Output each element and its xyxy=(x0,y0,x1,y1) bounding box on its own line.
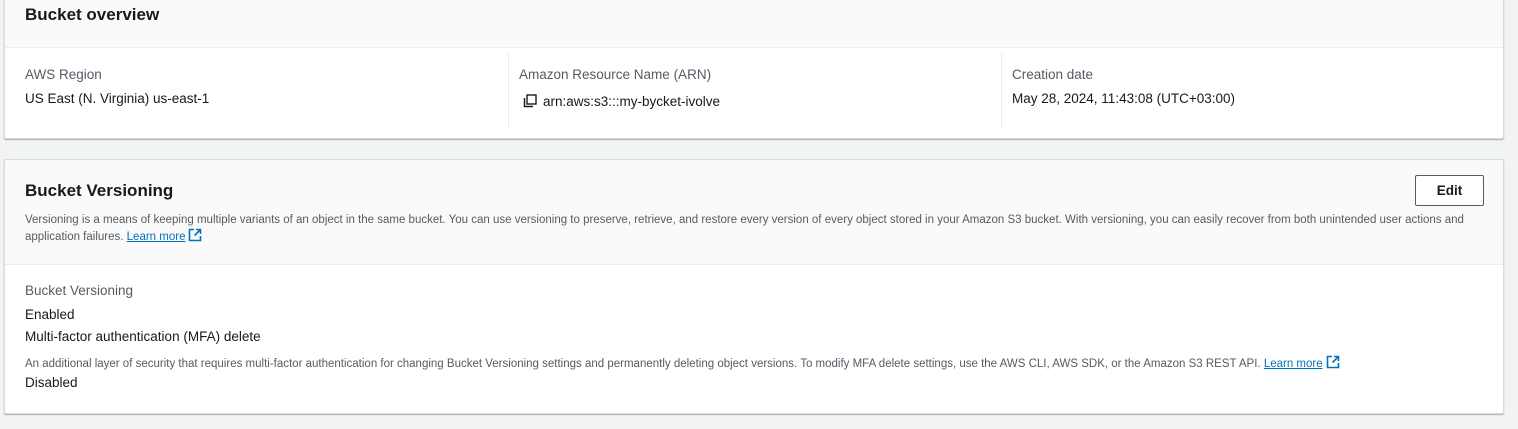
bucket-overview-header: Bucket overview xyxy=(5,0,1503,48)
versioning-description: Versioning is a means of keeping multipl… xyxy=(25,212,1475,247)
bucket-versioning-title: Bucket Versioning xyxy=(25,181,174,200)
mfa-delete-value: Disabled xyxy=(25,375,78,390)
aws-region-label: AWS Region xyxy=(25,67,102,82)
copy-icon[interactable] xyxy=(523,94,537,111)
mfa-description-text: An additional layer of security that req… xyxy=(25,358,1261,370)
creation-date-column: Creation date May 28, 2024, 11:43:08 (UT… xyxy=(1001,53,1503,129)
bucket-versioning-header: Bucket Versioning Edit Versioning is a m… xyxy=(5,160,1503,265)
arn-value: arn:aws:s3:::my-bycket-ivolve xyxy=(543,94,721,109)
creation-date-value: May 28, 2024, 11:43:08 (UTC+03:00) xyxy=(1012,91,1236,106)
external-link-icon[interactable] xyxy=(1326,355,1340,372)
bucket-overview-panel: Bucket overview AWS Region US East (N. V… xyxy=(4,0,1504,139)
versioning-status-label: Bucket Versioning xyxy=(25,283,134,298)
mfa-delete-label: Multi-factor authentication (MFA) delete xyxy=(25,329,261,344)
arn-column: Amazon Resource Name (ARN) arn:aws:s3:::… xyxy=(508,53,1001,129)
mfa-learn-more-link[interactable]: Learn more xyxy=(1264,358,1323,370)
versioning-status-value: Enabled xyxy=(25,307,75,322)
arn-value-row: arn:aws:s3:::my-bycket-ivolve xyxy=(523,94,720,111)
learn-more-link[interactable]: Learn more xyxy=(127,231,186,243)
external-link-icon[interactable] xyxy=(188,228,202,247)
versioning-description-text: Versioning is a means of keeping multipl… xyxy=(25,214,1464,243)
bucket-versioning-panel: Bucket Versioning Edit Versioning is a m… xyxy=(4,159,1504,414)
bucket-overview-title: Bucket overview xyxy=(25,5,160,24)
arn-label: Amazon Resource Name (ARN) xyxy=(519,67,712,82)
aws-region-value: US East (N. Virginia) us-east-1 xyxy=(25,91,210,106)
edit-button[interactable]: Edit xyxy=(1415,175,1484,206)
mfa-learn-more-link-label: Learn more xyxy=(1263,358,1323,370)
aws-region-column: AWS Region US East (N. Virginia) us-east… xyxy=(5,53,508,129)
creation-date-label: Creation date xyxy=(1012,67,1094,82)
learn-more-link-label: Learn more xyxy=(126,231,186,243)
mfa-description: An additional layer of security that req… xyxy=(25,355,1340,372)
